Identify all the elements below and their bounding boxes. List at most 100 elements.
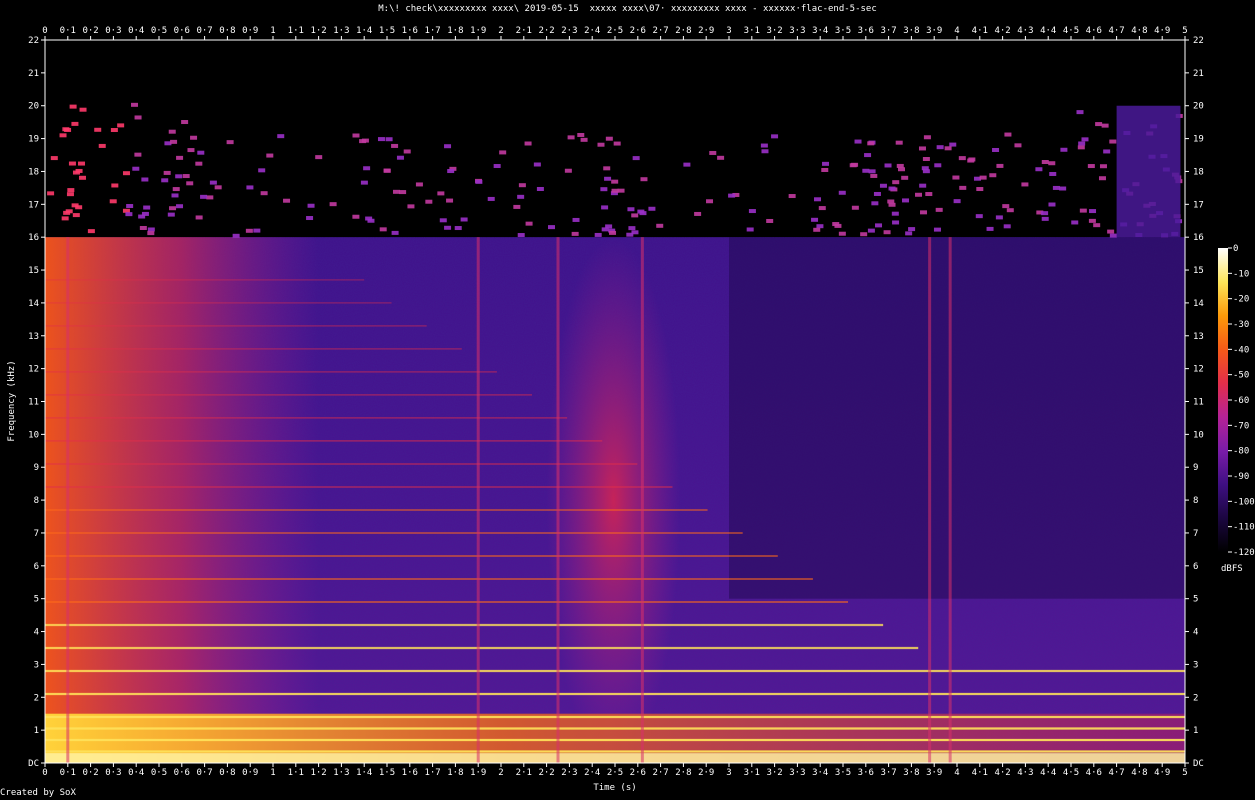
x-tick-label: 3·8 [903, 26, 919, 36]
colorbar-tick-label: -40 [1233, 345, 1249, 355]
x-tick-label: 2·2 [538, 768, 554, 778]
spectral-dot [871, 201, 879, 206]
y-tick-label: 9 [1193, 463, 1198, 473]
spectral-dot [611, 188, 619, 193]
y-tick-label: 18 [1193, 167, 1204, 177]
spectral-dot [936, 145, 944, 150]
x-tick-label: 3·1 [744, 26, 760, 36]
spectral-dot [921, 166, 929, 171]
spectral-dot [171, 193, 179, 198]
y-tick-label: 8 [34, 496, 39, 506]
spectral-dot [683, 162, 691, 167]
y-tick-label: 7 [1193, 529, 1198, 539]
x-tick-label: 0·7 [196, 768, 212, 778]
spectral-dot [925, 192, 933, 197]
spectral-dot [864, 153, 872, 158]
x-tick-label: 3·2 [766, 768, 782, 778]
y-tick-label: 11 [28, 398, 39, 408]
spectral-dot [1078, 141, 1086, 146]
spectral-dot [895, 140, 903, 145]
y-tick-label: 4 [1193, 628, 1198, 638]
y-tick-label: 15 [28, 266, 39, 276]
spectral-dot [379, 227, 387, 232]
spectral-dot [611, 179, 619, 184]
spectral-dot [245, 228, 253, 233]
spectral-dot [706, 199, 714, 204]
spectral-dot [518, 183, 526, 188]
x-tick-label: 3 [726, 768, 731, 778]
spectral-dot [816, 224, 824, 229]
spectral-dot [728, 193, 736, 198]
spectral-dot [851, 205, 859, 210]
x-tick-label: 1·5 [379, 26, 395, 36]
spectral-dot [175, 174, 183, 179]
spectral-dot [709, 150, 717, 155]
spectral-dot [109, 199, 117, 204]
x-tick-label: 4·7 [1108, 768, 1124, 778]
spectral-dot [367, 218, 375, 223]
x-tick-label: 4·6 [1086, 26, 1102, 36]
spectral-dot [200, 194, 208, 199]
colorbar-tick-label: -100 [1233, 497, 1255, 507]
spectral-dot [811, 217, 819, 222]
spectral-dot [253, 228, 261, 233]
spectral-dot [935, 207, 943, 212]
spectral-dot [838, 190, 846, 195]
spectral-dot [437, 191, 445, 196]
y-tick-label: 18 [28, 167, 39, 177]
y-tick-label: 13 [1193, 332, 1204, 342]
colorbar-tick-label: -60 [1233, 396, 1249, 406]
y-axis-right: DC12345678910111213141516171819202122 [1185, 36, 1204, 769]
x-tick-label: 1·1 [288, 768, 304, 778]
x-tick-label: 0·2 [82, 26, 98, 36]
spectral-dot [195, 161, 203, 166]
spectral-dot [1059, 186, 1067, 191]
y-tick-label: 16 [1193, 233, 1204, 243]
x-tick-label: 2·9 [698, 768, 714, 778]
spectral-dot [1049, 171, 1057, 176]
spectral-dot [399, 190, 407, 195]
spectral-dot [182, 174, 190, 179]
spectral-dot [1098, 176, 1106, 181]
spectral-dot [1077, 145, 1085, 150]
colorbar-tick-label: -20 [1233, 295, 1249, 305]
spectral-dot [986, 226, 994, 231]
spectral-dot [283, 198, 291, 203]
spectral-dot [197, 150, 205, 155]
spectral-dot [1081, 137, 1089, 142]
spectral-dot [626, 232, 634, 237]
x-tick-label: 2·4 [584, 26, 600, 36]
spectral-dot [383, 168, 391, 173]
spectral-dot [694, 211, 702, 216]
dc-band [45, 753, 1185, 763]
x-tick-label: 3·3 [789, 768, 805, 778]
spectral-dot [126, 204, 134, 209]
spectral-dot [190, 135, 198, 140]
x-tick-label: 4·2 [994, 26, 1010, 36]
colorbar-tick-label: -90 [1233, 472, 1249, 482]
y-tick-label: 7 [34, 529, 39, 539]
spectral-dot [226, 140, 234, 145]
spectral-dot [363, 166, 371, 171]
spectral-dot [75, 168, 83, 173]
colorbar-tick-label: -110 [1233, 523, 1255, 533]
spectral-dot [594, 232, 602, 237]
y-tick-label: 16 [28, 233, 39, 243]
x-tick-label: 2·3 [561, 26, 577, 36]
spectral-dot [613, 141, 621, 146]
spectral-dot [822, 161, 830, 166]
spectral-dot [605, 136, 613, 141]
spectral-dot [307, 203, 315, 208]
x-tick-label: 3·5 [835, 26, 851, 36]
y-tick-label: 19 [28, 135, 39, 145]
colorbar-tick-label: -30 [1233, 320, 1249, 330]
spectral-dot [944, 146, 952, 151]
broadband-burst-region [546, 237, 681, 763]
x-tick-label: 5 [1182, 768, 1187, 778]
y-tick-label: 13 [28, 332, 39, 342]
colorbar-tick-label: -120 [1233, 548, 1255, 558]
spectral-dot [447, 169, 455, 174]
x-tick-label: 4 [954, 768, 959, 778]
y-tick-label: 6 [1193, 562, 1198, 572]
spectral-dot [905, 231, 913, 236]
